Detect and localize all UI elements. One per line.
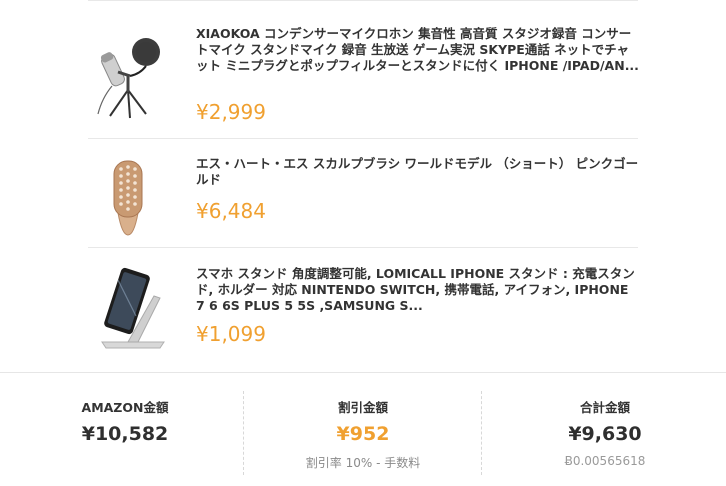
item-price: ¥2,999 <box>196 100 266 124</box>
amazon-amount-column: AMAZON金額 ¥10,582 <box>4 373 246 486</box>
total-btc-value: Ƀ0.00565618 <box>564 454 646 468</box>
discount-amount-label: 割引金額 <box>337 400 388 415</box>
amazon-amount-value: ¥10,582 <box>81 423 169 445</box>
phone-stand-image[interactable] <box>88 256 183 352</box>
cart-item[interactable]: エス・ハート・エス スカルプブラシ ワールドモデル （ショート） ピンクゴールド… <box>88 139 638 247</box>
cart-item[interactable]: スマホ スタンド 角度調整可能, LOMICALL IPHONE スタンド : … <box>88 248 638 370</box>
total-amount-label: 合計金額 <box>579 400 630 415</box>
item-title[interactable]: XIAOKOA コンデンサーマイクロホン 集音性 高音質 スタジオ録音 コンサー… <box>196 26 640 74</box>
total-amount-value: ¥9,630 <box>568 423 642 445</box>
cart-item-list: XIAOKOA コンデンサーマイクロホン 集音性 高音質 スタジオ録音 コンサー… <box>0 0 726 372</box>
discount-amount-value: ¥952 <box>336 423 390 445</box>
top-divider <box>88 0 638 1</box>
discount-amount-column: 割引金額 ¥952 割引率 10% - 手数料 <box>242 373 484 486</box>
item-title[interactable]: エス・ハート・エス スカルプブラシ ワールドモデル （ショート） ピンクゴールド <box>196 156 640 188</box>
scalp-brush-image[interactable] <box>88 143 183 239</box>
item-price: ¥6,484 <box>196 199 266 223</box>
microphone-image[interactable] <box>88 24 183 120</box>
order-summary: AMAZON金額 ¥10,582 割引金額 ¥952 割引率 10% - 手数料… <box>0 372 726 486</box>
item-title[interactable]: スマホ スタンド 角度調整可能, LOMICALL IPHONE スタンド : … <box>196 266 640 314</box>
cart-item[interactable]: XIAOKOA コンデンサーマイクロホン 集音性 高音質 スタジオ録音 コンサー… <box>88 14 640 138</box>
total-amount-column: 合計金額 ¥9,630 Ƀ0.00565618 <box>484 373 726 486</box>
discount-rate-note: 割引率 10% - 手数料 <box>305 456 421 470</box>
item-price: ¥1,099 <box>196 322 266 346</box>
amazon-amount-label: AMAZON金額 <box>81 400 169 415</box>
